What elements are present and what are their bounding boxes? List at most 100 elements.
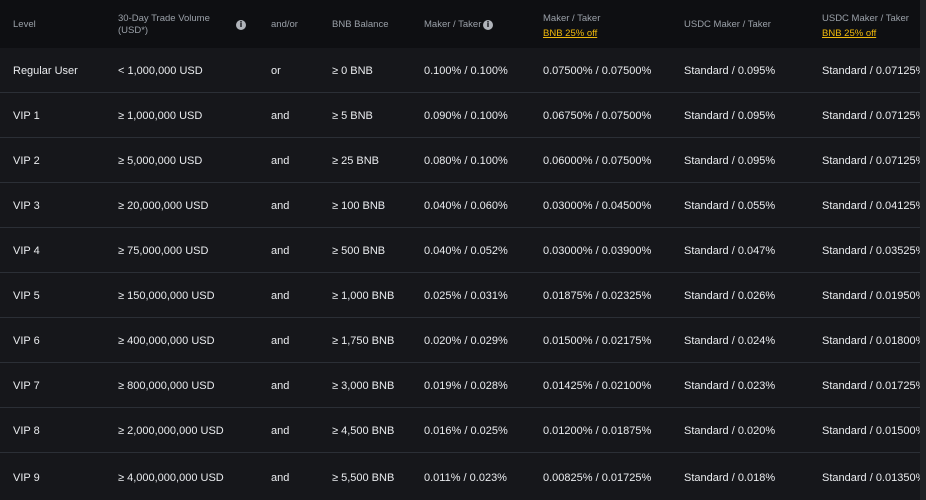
cell-level: VIP 4: [13, 245, 40, 257]
maker-taker-info-icon[interactable]: i: [483, 20, 493, 30]
cell-level: VIP 8: [13, 425, 40, 437]
header-level: Level: [13, 19, 36, 30]
cell-bnb-balance: ≥ 5,500 BNB: [332, 472, 395, 484]
cell-usdc-maker-taker: Standard / 0.024%: [684, 335, 776, 347]
cell-bnb-balance: ≥ 1,000 BNB: [332, 290, 395, 302]
cell-usdc-maker-taker: Standard / 0.095%: [684, 65, 776, 77]
cell-andor: and: [271, 200, 290, 212]
cell-andor: or: [271, 65, 281, 77]
cell-usdc-maker-taker-bnb: Standard / 0.07125%: [822, 65, 926, 77]
table-header: Level 30-Day Trade Volume (USD*) i and/o…: [0, 0, 920, 48]
cell-maker-taker-bnb: 0.01875% / 0.02325%: [543, 290, 652, 302]
header-andor: and/or: [271, 19, 298, 30]
table-row: VIP 3 ≥ 20,000,000 USD and ≥ 100 BNB 0.0…: [0, 183, 926, 228]
cell-usdc-maker-taker: Standard / 0.095%: [684, 155, 776, 167]
cell-level: Regular User: [13, 65, 78, 77]
cell-usdc-maker-taker-bnb: Standard / 0.03525%: [822, 245, 926, 257]
cell-maker-taker: 0.100% / 0.100%: [424, 65, 508, 77]
cell-maker-taker: 0.040% / 0.052%: [424, 245, 508, 257]
cell-maker-taker: 0.019% / 0.028%: [424, 380, 508, 392]
cell-usdc-maker-taker-bnb: Standard / 0.01350%: [822, 472, 926, 484]
table-row: VIP 9 ≥ 4,000,000,000 USD and ≥ 5,500 BN…: [0, 453, 926, 500]
cell-volume: ≥ 1,000,000 USD: [118, 110, 203, 122]
cell-maker-taker-bnb: 0.03000% / 0.03900%: [543, 245, 652, 257]
header-maker-taker: Maker / Taker: [424, 19, 482, 30]
cell-usdc-maker-taker-bnb: Standard / 0.01950%: [822, 290, 926, 302]
cell-maker-taker: 0.040% / 0.060%: [424, 200, 508, 212]
cell-andor: and: [271, 380, 290, 392]
cell-usdc-maker-taker-bnb: Standard / 0.01800%: [822, 335, 926, 347]
table-row: VIP 4 ≥ 75,000,000 USD and ≥ 500 BNB 0.0…: [0, 228, 926, 273]
cell-level: VIP 2: [13, 155, 40, 167]
header-usdc-maker-taker-bnb-label: USDC Maker / Taker: [822, 13, 909, 24]
cell-andor: and: [271, 335, 290, 347]
cell-maker-taker-bnb: 0.00825% / 0.01725%: [543, 472, 652, 484]
cell-level: VIP 3: [13, 200, 40, 212]
cell-usdc-maker-taker-bnb: Standard / 0.04125%: [822, 200, 926, 212]
cell-level: VIP 7: [13, 380, 40, 392]
cell-maker-taker: 0.090% / 0.100%: [424, 110, 508, 122]
cell-volume: ≥ 75,000,000 USD: [118, 245, 209, 257]
cell-bnb-balance: ≥ 4,500 BNB: [332, 425, 395, 437]
cell-usdc-maker-taker: Standard / 0.047%: [684, 245, 776, 257]
cell-maker-taker-bnb: 0.06750% / 0.07500%: [543, 110, 652, 122]
cell-volume: ≥ 5,000,000 USD: [118, 155, 203, 167]
table-row: VIP 6 ≥ 400,000,000 USD and ≥ 1,750 BNB …: [0, 318, 926, 363]
cell-volume: ≥ 400,000,000 USD: [118, 335, 215, 347]
usdc-bnb-discount-link[interactable]: BNB 25% off: [822, 28, 909, 40]
cell-level: VIP 5: [13, 290, 40, 302]
cell-andor: and: [271, 425, 290, 437]
header-usdc-maker-taker: USDC Maker / Taker: [684, 19, 771, 30]
cell-usdc-maker-taker: Standard / 0.023%: [684, 380, 776, 392]
cell-maker-taker: 0.025% / 0.031%: [424, 290, 508, 302]
cell-volume: ≥ 150,000,000 USD: [118, 290, 215, 302]
table-row: VIP 5 ≥ 150,000,000 USD and ≥ 1,000 BNB …: [0, 273, 926, 318]
cell-maker-taker-bnb: 0.03000% / 0.04500%: [543, 200, 652, 212]
cell-maker-taker: 0.011% / 0.023%: [424, 472, 507, 484]
table-row: VIP 7 ≥ 800,000,000 USD and ≥ 3,000 BNB …: [0, 363, 926, 408]
table-row: VIP 8 ≥ 2,000,000,000 USD and ≥ 4,500 BN…: [0, 408, 926, 453]
cell-volume: < 1,000,000 USD: [118, 65, 203, 77]
table-row: Regular User < 1,000,000 USD or ≥ 0 BNB …: [0, 48, 926, 93]
cell-volume: ≥ 2,000,000,000 USD: [118, 425, 224, 437]
cell-bnb-balance: ≥ 500 BNB: [332, 245, 386, 257]
header-maker-taker-bnb-label: Maker / Taker: [543, 13, 601, 24]
cell-maker-taker-bnb: 0.01500% / 0.02175%: [543, 335, 652, 347]
cell-maker-taker: 0.020% / 0.029%: [424, 335, 508, 347]
cell-volume: ≥ 800,000,000 USD: [118, 380, 215, 392]
cell-usdc-maker-taker-bnb: Standard / 0.01725%: [822, 380, 926, 392]
cell-maker-taker: 0.080% / 0.100%: [424, 155, 508, 167]
header-bnb-balance: BNB Balance: [332, 19, 389, 30]
cell-andor: and: [271, 472, 290, 484]
cell-usdc-maker-taker: Standard / 0.018%: [684, 472, 776, 484]
table-row: VIP 2 ≥ 5,000,000 USD and ≥ 25 BNB 0.080…: [0, 138, 926, 183]
header-volume: 30-Day Trade Volume (USD*): [118, 13, 210, 37]
cell-bnb-balance: ≥ 5 BNB: [332, 110, 373, 122]
cell-usdc-maker-taker: Standard / 0.020%: [684, 425, 776, 437]
cell-andor: and: [271, 155, 290, 167]
horizontal-scroll-edge: [920, 0, 926, 500]
cell-maker-taker: 0.016% / 0.025%: [424, 425, 508, 437]
cell-andor: and: [271, 245, 290, 257]
cell-level: VIP 1: [13, 110, 40, 122]
cell-maker-taker-bnb: 0.01200% / 0.01875%: [543, 425, 652, 437]
header-volume-label: 30-Day Trade Volume: [118, 13, 210, 24]
cell-level: VIP 9: [13, 472, 40, 484]
cell-bnb-balance: ≥ 3,000 BNB: [332, 380, 395, 392]
header-volume-unit: (USD*): [118, 25, 149, 36]
cell-bnb-balance: ≥ 100 BNB: [332, 200, 386, 212]
cell-bnb-balance: ≥ 0 BNB: [332, 65, 373, 77]
cell-volume: ≥ 20,000,000 USD: [118, 200, 209, 212]
cell-level: VIP 6: [13, 335, 40, 347]
table-row: VIP 1 ≥ 1,000,000 USD and ≥ 5 BNB 0.090%…: [0, 93, 926, 138]
cell-usdc-maker-taker: Standard / 0.026%: [684, 290, 776, 302]
cell-usdc-maker-taker: Standard / 0.095%: [684, 110, 776, 122]
cell-maker-taker-bnb: 0.01425% / 0.02100%: [543, 380, 652, 392]
header-maker-taker-bnb: Maker / Taker BNB 25% off: [543, 13, 600, 40]
cell-andor: and: [271, 290, 290, 302]
cell-volume: ≥ 4,000,000,000 USD: [118, 472, 224, 484]
volume-info-icon[interactable]: i: [236, 20, 246, 30]
cell-usdc-maker-taker-bnb: Standard / 0.07125%: [822, 155, 926, 167]
bnb-discount-link[interactable]: BNB 25% off: [543, 28, 600, 40]
cell-bnb-balance: ≥ 1,750 BNB: [332, 335, 395, 347]
